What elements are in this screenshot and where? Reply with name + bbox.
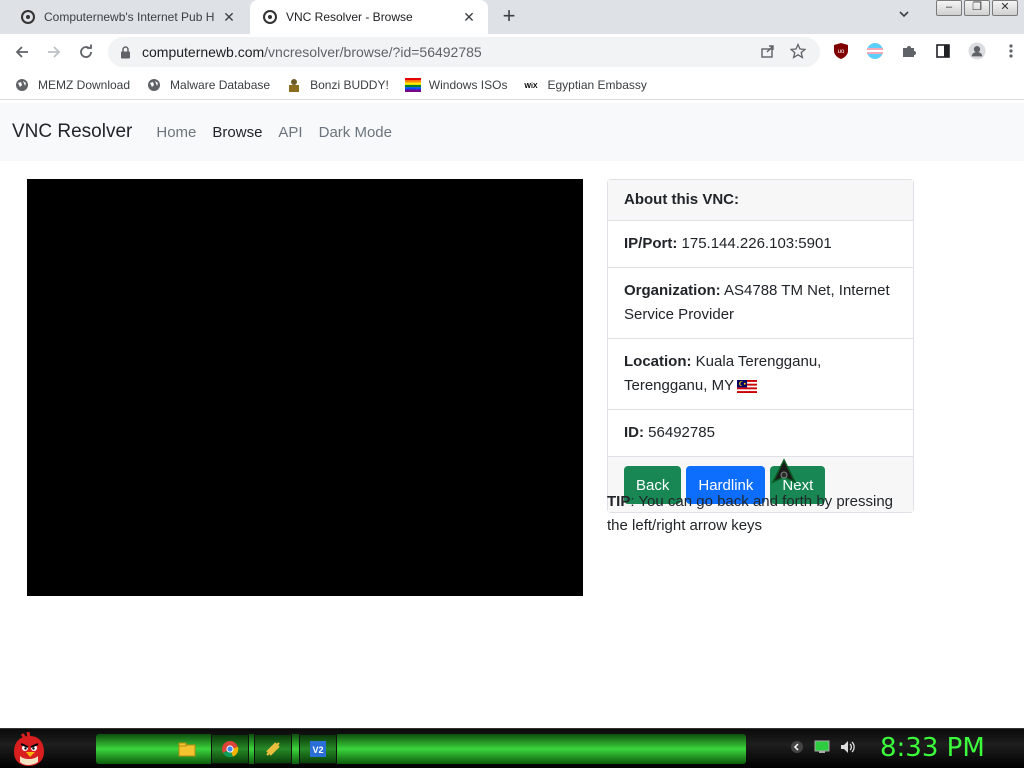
v2-taskbar-icon[interactable]: V2 <box>299 734 337 764</box>
extension-icons: uo <box>832 42 1020 60</box>
bookmarks-bar: MEMZ Download Malware Database Bonzi BUD… <box>0 70 1024 100</box>
bookmark-memz[interactable]: MEMZ Download <box>14 77 130 93</box>
tab-computernewb-pub[interactable]: Computernewb's Internet Pub H ✕ <box>8 0 248 34</box>
svg-text:uo: uo <box>838 49 845 55</box>
back-arrow-icon[interactable] <box>6 36 38 68</box>
nav-link-home[interactable]: Home <box>156 124 196 141</box>
new-tab-button[interactable]: + <box>496 5 522 28</box>
bookmark-windows-isos[interactable]: Windows ISOs <box>404 77 508 93</box>
site-brand[interactable]: VNC Resolver <box>12 121 132 143</box>
reload-icon[interactable] <box>70 36 102 68</box>
close-tab-icon[interactable]: ✕ <box>460 8 478 26</box>
menu-kebab-icon[interactable] <box>1002 42 1020 60</box>
tip-text: TIP: You can go back and forth by pressi… <box>607 490 917 538</box>
nav-link-api[interactable]: API <box>278 124 302 141</box>
nav-link-dark-mode[interactable]: Dark Mode <box>319 124 392 141</box>
ublock-icon[interactable]: uo <box>832 42 850 60</box>
mouse-cursor-icon <box>771 458 797 484</box>
ip-port-value: 175.144.226.103:5901 <box>681 235 832 252</box>
bookmark-malware-database[interactable]: Malware Database <box>146 77 270 93</box>
bookmark-label: Bonzi BUDDY! <box>310 77 389 92</box>
location-row: Location: Kuala Terengganu, Terengganu, … <box>608 339 913 410</box>
bonzi-icon <box>286 77 302 93</box>
tab-title: Computernewb's Internet Pub H <box>44 10 215 24</box>
tip-body: : You can go back and forth by pressing … <box>607 493 894 534</box>
card-header: About this VNC: <box>608 180 913 221</box>
url-text: computernewb.com/vncresolver/browse/?id=… <box>142 44 482 60</box>
tab-search-chevron-icon[interactable] <box>892 8 916 28</box>
forward-arrow-icon[interactable] <box>38 36 70 68</box>
url-host: computernewb.com <box>142 44 265 60</box>
taskbar-clock[interactable]: 8:33 PM <box>880 733 985 763</box>
minimize-button[interactable]: – <box>936 0 962 16</box>
svg-text:V2: V2 <box>312 745 323 755</box>
url-path: /vncresolver/browse/?id=56492785 <box>264 44 482 60</box>
id-row: ID: 56492785 <box>608 410 913 457</box>
nav-link-browse[interactable]: Browse <box>212 124 262 141</box>
system-tray <box>790 740 856 759</box>
file-explorer-folder-icon[interactable] <box>168 734 206 764</box>
start-button-angry-bird-icon[interactable] <box>8 730 48 768</box>
app-taskbar-icon[interactable] <box>254 734 292 764</box>
bookmark-label: Egyptian Embassy <box>547 77 647 92</box>
profile-avatar-icon[interactable] <box>968 42 986 60</box>
globe-icon <box>146 77 162 93</box>
address-bar[interactable]: computernewb.com/vncresolver/browse/?id=… <box>108 37 820 67</box>
ip-port-row: IP/Port: 175.144.226.103:5901 <box>608 221 913 268</box>
vnc-screenshot <box>27 179 583 596</box>
tip-label: TIP <box>607 493 631 510</box>
vnc-info-card: About this VNC: IP/Port: 175.144.226.103… <box>607 179 914 513</box>
computernewb-favicon-icon <box>20 9 36 25</box>
window-controls: – ❐ ✕ <box>936 0 1018 16</box>
svg-text:WiX: WiX <box>525 83 538 90</box>
network-monitor-icon[interactable] <box>814 740 830 759</box>
close-tab-icon[interactable]: ✕ <box>220 8 238 26</box>
organization-label: Organization: <box>624 282 721 299</box>
tab-title: VNC Resolver - Browse <box>286 10 413 24</box>
bookmark-egyptian-embassy[interactable]: WiX Egyptian Embassy <box>523 77 647 93</box>
rainbow-icon <box>404 77 421 93</box>
id-label: ID: <box>624 424 644 441</box>
tab-vnc-resolver[interactable]: VNC Resolver - Browse ✕ <box>250 0 488 34</box>
bookmark-bonzi-buddy[interactable]: Bonzi BUDDY! <box>286 77 389 93</box>
close-window-button[interactable]: ✕ <box>992 0 1018 16</box>
computernewb-favicon-icon <box>262 9 278 25</box>
chrome-taskbar-icon[interactable] <box>211 734 249 764</box>
share-icon[interactable] <box>760 43 776 63</box>
bookmark-star-icon[interactable] <box>789 42 807 63</box>
globe-icon <box>14 77 30 93</box>
bookmark-label: Malware Database <box>170 77 271 92</box>
bookmark-label: Windows ISOs <box>428 77 508 92</box>
site-navbar: VNC Resolver Home Browse API Dark Mode <box>0 103 1024 161</box>
lock-icon <box>120 45 132 59</box>
ip-port-label: IP/Port: <box>624 235 678 252</box>
side-panel-icon[interactable] <box>934 42 952 60</box>
omnibox-actions <box>760 42 807 63</box>
wix-icon: WiX <box>523 77 539 93</box>
bookmark-label: MEMZ Download <box>38 77 131 92</box>
restore-button[interactable]: ❐ <box>964 0 990 16</box>
location-label: Location: <box>624 353 692 370</box>
id-value: 56492785 <box>648 424 715 441</box>
tray-arrow-icon[interactable] <box>790 740 804 759</box>
malaysia-flag-icon <box>737 379 758 393</box>
volume-speaker-icon[interactable] <box>840 740 856 759</box>
organization-row: Organization: AS4788 TM Net, Internet Se… <box>608 268 913 339</box>
puzzle-extensions-icon[interactable] <box>900 42 918 60</box>
trans-flag-extension-icon[interactable] <box>866 42 884 60</box>
tab-strip: Computernewb's Internet Pub H ✕ VNC Reso… <box>0 0 1024 34</box>
